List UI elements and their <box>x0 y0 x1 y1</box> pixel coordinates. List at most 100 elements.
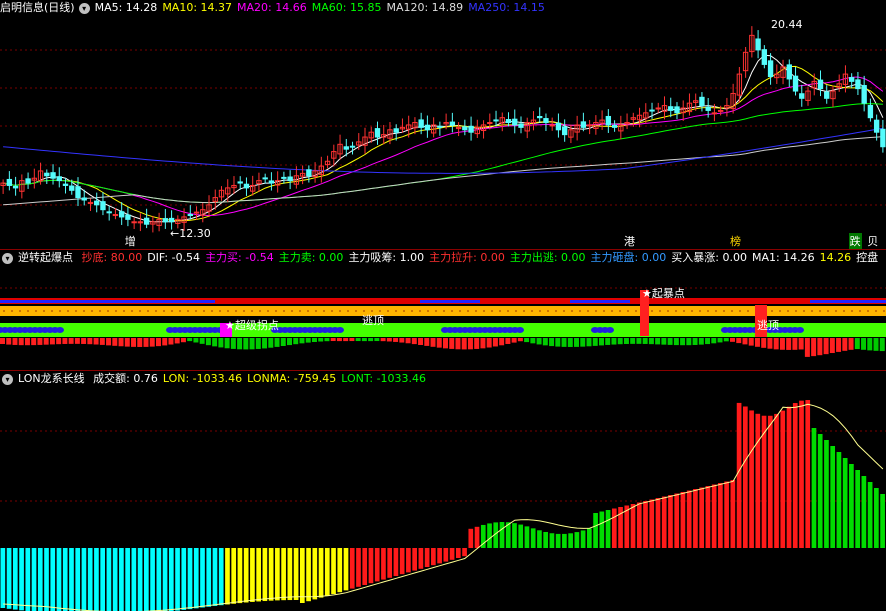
lon-bar <box>880 494 885 548</box>
histogram-bar <box>56 338 62 345</box>
candle-body <box>100 201 106 211</box>
candle-body <box>112 214 119 217</box>
histogram-bar <box>118 338 124 347</box>
band-dot <box>467 310 469 312</box>
lon-bar <box>749 410 754 548</box>
candle-body <box>243 183 250 189</box>
lon-bar <box>243 548 249 603</box>
histogram-bar <box>280 338 286 346</box>
histogram-bar <box>661 338 667 345</box>
lon-bar <box>431 548 436 566</box>
band-dot <box>355 310 357 312</box>
candle-body <box>449 121 456 126</box>
histogram-bar <box>698 338 704 345</box>
candle-body <box>580 121 587 128</box>
histogram-bar <box>112 338 118 346</box>
candle-body <box>767 60 774 78</box>
histogram-bar <box>124 338 130 347</box>
indicator-chart <box>0 287 886 357</box>
band-dot <box>211 310 213 312</box>
candle-body <box>418 119 424 128</box>
lon-bar <box>855 470 860 548</box>
signal-marker-4: 贝 <box>867 235 879 248</box>
lon-bar <box>12 548 18 610</box>
lon-bar <box>94 548 99 611</box>
lon-bar <box>237 548 243 604</box>
histogram-bar <box>262 338 268 349</box>
histogram-bar <box>68 338 74 344</box>
histogram-bar <box>636 338 642 344</box>
candle-body <box>187 214 193 217</box>
price-header: 启明信息(日线) ▾ MA5: 14.28 MA10: 14.37 MA20: 14.6… <box>0 0 555 16</box>
lon-bar <box>125 548 130 611</box>
band-dot <box>795 310 797 312</box>
candle-body <box>162 218 169 223</box>
lon-bar <box>324 548 330 596</box>
histogram-bar <box>492 338 498 347</box>
lon-bar <box>19 548 24 611</box>
histogram-bar <box>717 338 723 343</box>
candle-body <box>674 106 680 114</box>
histogram-bar <box>418 338 424 345</box>
histogram-bar <box>87 338 93 345</box>
candle-body <box>493 119 499 122</box>
histogram-bar <box>99 338 105 345</box>
candle-body <box>543 118 549 124</box>
lon-bar <box>611 508 617 548</box>
indicator-value-2: 主力买: -0.54 <box>205 251 274 264</box>
chevron-down-icon[interactable]: ▾ <box>78 2 90 14</box>
indicator-pane: ▾ 逆转起爆点 抄底: 80.00 DIF: -0.54 主力买: -0.54 主力卖:… <box>0 250 886 370</box>
histogram-bar <box>486 338 492 348</box>
candle-body <box>437 125 443 128</box>
lon-bar <box>381 548 386 580</box>
candle-body <box>586 124 593 127</box>
histogram-bar <box>287 338 293 346</box>
lon-bar <box>599 511 605 548</box>
candle-body <box>761 49 768 65</box>
lon-bar <box>661 496 667 548</box>
candle-body <box>56 176 62 182</box>
lon-bar <box>293 548 299 601</box>
lon-bar <box>106 548 112 611</box>
histogram-bar <box>324 338 330 342</box>
lon-bar <box>530 528 536 548</box>
lon-bar <box>81 548 87 611</box>
candle-body <box>143 217 150 225</box>
histogram-bar <box>174 338 180 344</box>
lon-bar <box>630 504 636 548</box>
band-dot <box>203 310 205 312</box>
lon-bar <box>655 498 661 548</box>
chevron-down-icon[interactable]: ▾ <box>2 252 13 264</box>
lon-pane: ▾ LON龙系长线 成交额: 0.76 LON: -1033.46 LONMA: -7… <box>0 371 886 611</box>
band-dot <box>715 310 717 312</box>
band-dot <box>691 310 693 312</box>
lon-bar <box>867 482 873 548</box>
histogram-bar <box>131 338 137 347</box>
band-dot <box>395 310 397 312</box>
band-dot <box>531 310 533 312</box>
indicator-title: 逆转起爆点 <box>18 251 73 264</box>
signal-marker-1: 港 <box>623 235 635 248</box>
signal-band-blue-b <box>420 300 480 303</box>
lon-bar <box>387 548 393 578</box>
histogram-bar <box>842 338 848 351</box>
band-dot <box>875 310 877 312</box>
lon-value-2: LONMA: -759.45 <box>247 372 337 385</box>
band-dot <box>835 310 837 312</box>
high-price-label: 20.44 <box>771 18 803 31</box>
candle-body <box>69 185 75 191</box>
band-dot <box>475 310 477 312</box>
band-dot <box>179 310 181 312</box>
histogram-bar <box>786 338 792 350</box>
lon-bar <box>580 530 586 548</box>
ma-legend-5: MA250: 14.15 <box>468 1 545 14</box>
histogram-bar <box>237 338 243 350</box>
lon-bar <box>643 501 648 548</box>
chevron-down-icon[interactable]: ▾ <box>2 373 13 385</box>
lon-bar <box>549 533 555 548</box>
candle-body <box>106 211 112 214</box>
histogram-bar <box>730 338 736 342</box>
candle-body <box>792 75 799 92</box>
band-dot <box>843 310 845 312</box>
band-dot <box>419 310 421 312</box>
